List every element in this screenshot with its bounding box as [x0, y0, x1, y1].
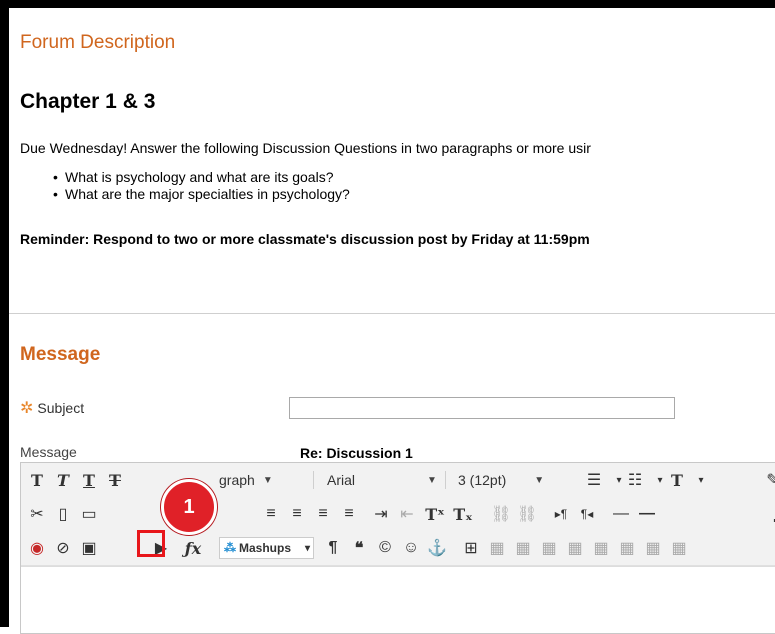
chevron-down-icon[interactable]: ▾: [691, 469, 711, 491]
insert-row-before-icon[interactable]: ▦: [539, 537, 559, 559]
strikethrough-icon[interactable]: T: [105, 469, 125, 491]
question-list: What is psychology and what are its goal…: [65, 169, 350, 203]
message-editor: T T T T graph ▼ Arial ▼ 3 (12pt) ▼ ☰ ▾ ☷ ▾ …: [20, 462, 775, 634]
font-size-dropdown[interactable]: 3 (12pt) ▼: [458, 469, 544, 491]
numbered-list-icon[interactable]: ☷: [625, 469, 645, 491]
editor-toolbar-row-3: ◉ ⊘ ▣ ▶ ƒx ⁂ Mashups ▾ ¶ ❝ © ☺ ⚓ ⊞ ▦ ▦ ▦ ▦…: [21, 531, 775, 566]
message-body-input[interactable]: [21, 566, 775, 633]
question-item: What is psychology and what are its goal…: [65, 169, 350, 186]
chapter-title: Chapter 1 & 3: [20, 90, 156, 113]
insert-col-before-icon[interactable]: ▦: [617, 537, 637, 559]
toolbar-separator: [445, 471, 446, 489]
font-size-value: 3 (12pt): [458, 472, 507, 488]
forum-description-text: Due Wednesday! Answer the following Disc…: [20, 140, 591, 156]
delete-row-icon[interactable]: ▦: [591, 537, 611, 559]
horizontal-rule-icon[interactable]: —: [637, 503, 657, 525]
section-divider: [9, 313, 775, 314]
table-cell-props-icon[interactable]: ▦: [513, 537, 533, 559]
text-color-icon[interactable]: T: [667, 469, 687, 491]
emoticon-icon[interactable]: ☺: [401, 537, 421, 559]
highlight-pen-icon[interactable]: ✎: [763, 469, 775, 491]
italic-icon[interactable]: T: [53, 469, 73, 491]
mashups-label: Mashups: [239, 541, 292, 555]
window-frame-left: [0, 0, 9, 627]
chevron-down-icon: ▾: [304, 542, 310, 554]
paste-icon[interactable]: ▭: [79, 503, 99, 525]
superscript-icon[interactable]: Tˣ: [425, 503, 445, 525]
reply-title: Re: Discussion 1: [300, 445, 413, 461]
delete-col-icon[interactable]: ▦: [669, 537, 689, 559]
message-label: Message: [20, 444, 77, 460]
align-center-icon[interactable]: ≡: [287, 503, 307, 525]
insert-row-after-icon[interactable]: ▦: [565, 537, 585, 559]
font-family-dropdown[interactable]: Arial ▼: [327, 469, 437, 491]
font-style-icon[interactable]: T: [27, 469, 47, 491]
underline-icon[interactable]: T: [79, 469, 99, 491]
align-left-icon[interactable]: ≡: [261, 503, 281, 525]
chevron-down-icon: ▼: [262, 474, 273, 486]
indent-icon[interactable]: ⇥: [371, 503, 391, 525]
editor-toolbar-row-2: ✂ ▯ ▭ ≡ ≡ ≡ ≡ ⇥ ⇤ Tˣ Tₓ ⛓ ⛓ ▸¶ ¶◂ — — ⎵: [21, 497, 775, 532]
subject-label-text: Subject: [37, 400, 85, 416]
math-formula-icon[interactable]: ƒx: [183, 537, 203, 559]
unlink-icon[interactable]: ⛓: [517, 503, 537, 525]
blockquote-icon[interactable]: ❝: [349, 537, 369, 559]
insert-table-icon[interactable]: ⊞: [461, 537, 481, 559]
justify-icon[interactable]: ≡: [339, 503, 359, 525]
subject-input[interactable]: [289, 397, 675, 419]
subscript-icon[interactable]: Tₓ: [453, 503, 473, 525]
message-heading: Message: [20, 344, 101, 365]
media-button-highlight: [137, 530, 165, 557]
anchor-icon[interactable]: ⚓: [427, 537, 447, 559]
attachment-icon[interactable]: ⊘: [53, 537, 73, 559]
image-icon[interactable]: ▣: [79, 537, 99, 559]
editor-toolbar-row-1: T T T T graph ▼ Arial ▼ 3 (12pt) ▼ ☰ ▾ ☷ ▾ …: [21, 463, 775, 498]
toolbar-separator: [313, 471, 314, 489]
paragraph-format-dropdown[interactable]: graph ▼: [219, 469, 273, 491]
subject-label: ✲ Subject: [20, 398, 84, 418]
insert-col-after-icon[interactable]: ▦: [643, 537, 663, 559]
font-family-value: Arial: [327, 472, 356, 488]
nonbreaking-space-icon[interactable]: ⎵: [767, 503, 775, 525]
mashups-icon: ⁂: [224, 541, 236, 555]
table-row-props-icon[interactable]: ▦: [487, 537, 507, 559]
link-icon[interactable]: ⛓: [491, 503, 511, 525]
mashups-dropdown[interactable]: ⁂ Mashups ▾: [219, 537, 314, 559]
record-icon[interactable]: ◉: [27, 537, 47, 559]
ltr-icon[interactable]: ▸¶: [551, 503, 571, 525]
question-item: What are the major specialties in psycho…: [65, 186, 350, 203]
horizontal-line-icon[interactable]: —: [611, 503, 631, 525]
chevron-down-icon: ▼: [427, 474, 437, 486]
page-content: Forum Description Chapter 1 & 3 Due Wedn…: [9, 8, 775, 634]
copyright-icon[interactable]: ©: [375, 537, 395, 559]
bullet-list-icon[interactable]: ☰: [584, 469, 604, 491]
chevron-down-icon: ▼: [534, 474, 545, 486]
forum-description-heading: Forum Description: [20, 32, 176, 53]
window-frame-top: [0, 0, 775, 8]
paragraph-mark-icon[interactable]: ¶: [323, 537, 343, 559]
step-number-badge: 1: [161, 479, 217, 535]
cut-icon[interactable]: ✂: [27, 503, 47, 525]
paragraph-format-value: graph: [219, 472, 255, 488]
copy-icon[interactable]: ▯: [53, 503, 73, 525]
reminder-text: Reminder: Respond to two or more classma…: [20, 231, 590, 247]
align-right-icon[interactable]: ≡: [313, 503, 333, 525]
outdent-icon[interactable]: ⇤: [397, 503, 417, 525]
rtl-icon[interactable]: ¶◂: [577, 503, 597, 525]
required-icon: ✲: [20, 400, 34, 417]
